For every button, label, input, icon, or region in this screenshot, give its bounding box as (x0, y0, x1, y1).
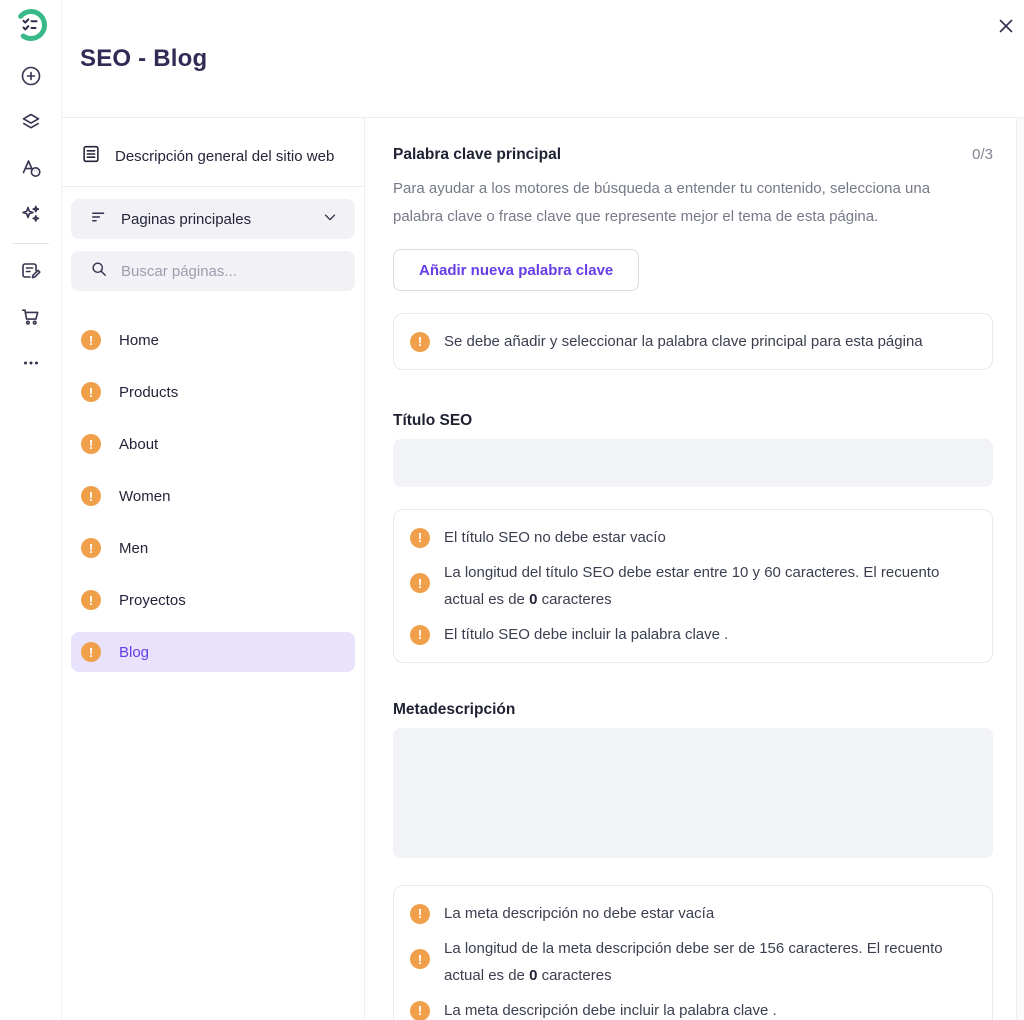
warning-text: La longitud de la meta descripción debe … (444, 935, 976, 989)
meta-description-warning-card: ! La meta descripción no debe estar vací… (393, 885, 993, 1020)
icon-rail (0, 0, 62, 1020)
blog-button[interactable] (11, 252, 51, 292)
warning-icon: ! (410, 904, 430, 924)
warning-row: ! La longitud del título SEO debe estar … (410, 559, 976, 613)
seo-title-heading: Título SEO (393, 412, 993, 430)
warning-text: Se debe añadir y seleccionar la palabra … (444, 328, 923, 355)
warning-row: ! El título SEO debe incluir la palabra … (410, 621, 976, 648)
page-search (71, 251, 355, 291)
warning-row: ! La longitud de la meta descripción deb… (410, 935, 976, 989)
warning-icon: ! (410, 1001, 430, 1020)
page-list-item-products[interactable]: ! Products (71, 372, 355, 412)
warning-text: La meta descripción debe incluir la pala… (444, 997, 777, 1020)
warning-icon: ! (410, 573, 430, 593)
builder-logo-icon (14, 8, 48, 42)
sort-icon (89, 207, 109, 232)
site-overview-label: Descripción general del sitio web (115, 148, 334, 165)
warning-icon: ! (81, 642, 101, 662)
ai-tools-button[interactable] (11, 195, 51, 235)
scrollbar[interactable] (1016, 118, 1024, 1020)
page-label: Proyectos (119, 592, 186, 609)
page-label: Men (119, 540, 148, 557)
meta-description-heading: Metadescripción (393, 701, 993, 719)
search-input[interactable] (121, 263, 339, 280)
cart-icon (19, 305, 43, 332)
page-label: Products (119, 384, 178, 401)
close-icon (995, 15, 1017, 40)
page-list-item-proyectos[interactable]: ! Proyectos (71, 580, 355, 620)
page-list-item-women[interactable]: ! Women (71, 476, 355, 516)
warning-row: ! La meta descripción debe incluir la pa… (410, 997, 976, 1020)
add-element-button[interactable] (11, 57, 51, 97)
warning-icon: ! (81, 434, 101, 454)
keyword-section-title: Palabra clave principal (393, 146, 561, 164)
text-style-icon (19, 156, 43, 183)
meta-description-textarea[interactable] (393, 728, 993, 858)
page-label: About (119, 436, 158, 453)
site-overview-item[interactable]: Descripción general del sitio web (62, 141, 364, 171)
page-list-item-home[interactable]: ! Home (71, 320, 355, 360)
rail-divider (13, 243, 49, 244)
warning-row: ! La meta descripción no debe estar vací… (410, 900, 976, 927)
warning-row: ! Se debe añadir y seleccionar la palabr… (410, 328, 976, 355)
warning-icon: ! (410, 528, 430, 548)
more-options-button[interactable] (11, 344, 51, 384)
warning-icon: ! (81, 382, 101, 402)
warning-icon: ! (81, 590, 101, 610)
keyword-section-description: Para ayudar a los motores de búsqueda a … (393, 175, 978, 231)
store-button[interactable] (11, 298, 51, 338)
page-list-item-about[interactable]: ! About (71, 424, 355, 464)
warning-icon: ! (81, 486, 101, 506)
page-list: ! Home ! Products ! About ! Women (71, 320, 355, 672)
warning-icon: ! (410, 949, 430, 969)
add-keyword-button[interactable]: Añadir nueva palabra clave (393, 249, 639, 291)
add-icon (19, 64, 43, 91)
sections-button[interactable] (11, 103, 51, 143)
search-icon (89, 259, 109, 284)
keyword-counter: 0/3 (972, 146, 993, 163)
warning-text: La longitud del título SEO debe estar en… (444, 559, 976, 613)
page-list-item-men[interactable]: ! Men (71, 528, 355, 568)
warning-icon: ! (410, 332, 430, 352)
page-list-item-blog[interactable]: ! Blog (71, 632, 355, 672)
ellipsis-icon (19, 351, 43, 378)
blog-post-icon (19, 259, 43, 286)
warning-icon: ! (410, 625, 430, 645)
seo-title-warning-card: ! El título SEO no debe estar vacío ! La… (393, 509, 993, 663)
seo-title-input[interactable] (393, 439, 993, 487)
warning-text: La meta descripción no debe estar vacía (444, 900, 714, 927)
seo-panel-window: SEO - Blog Descripción general del sitio… (0, 0, 1024, 1020)
pages-filter-label: Paginas principales (121, 211, 321, 228)
warning-row: ! El título SEO no debe estar vacío (410, 524, 976, 551)
website-style-button[interactable] (11, 149, 51, 189)
panel-header: SEO - Blog (62, 0, 1024, 118)
chevron-down-icon (321, 208, 339, 231)
page-label: Women (119, 488, 170, 505)
seo-settings-content: Palabra clave principal 0/3 Para ayudar … (365, 118, 1024, 1020)
page-label: Blog (119, 644, 149, 661)
warning-icon: ! (81, 330, 101, 350)
sparkles-icon (19, 202, 43, 229)
warning-icon: ! (81, 538, 101, 558)
warning-text: El título SEO debe incluir la palabra cl… (444, 621, 728, 648)
pages-sidebar: Descripción general del sitio web Pagina… (62, 118, 365, 1020)
panel-divider (62, 186, 364, 187)
pages-filter-dropdown[interactable]: Paginas principales (71, 199, 355, 239)
close-button[interactable] (992, 13, 1020, 41)
layers-icon (19, 110, 43, 137)
page-label: Home (119, 332, 159, 349)
keyword-warning-card: ! Se debe añadir y seleccionar la palabr… (393, 313, 993, 370)
page-title: SEO - Blog (80, 45, 207, 73)
document-icon (80, 143, 102, 170)
warning-text: El título SEO no debe estar vacío (444, 524, 666, 551)
